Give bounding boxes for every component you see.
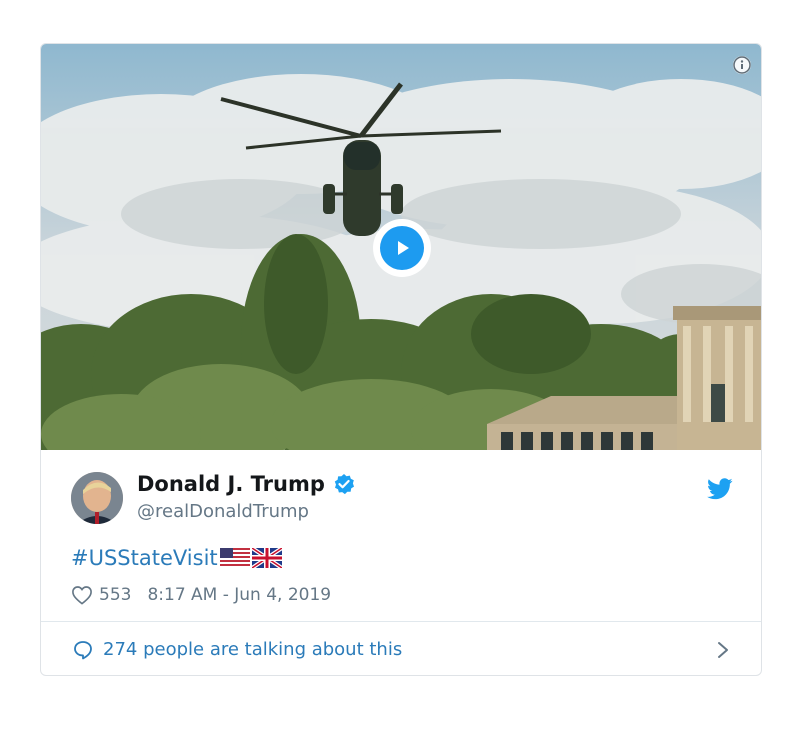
- display-name[interactable]: Donald J. Trump: [137, 472, 355, 496]
- avatar[interactable]: [71, 472, 123, 524]
- timestamp[interactable]: 8:17 AM - Jun 4, 2019: [147, 585, 331, 605]
- user-handle[interactable]: @realDonaldTrump: [137, 501, 309, 522]
- twitter-bird-icon[interactable]: [707, 478, 733, 504]
- hashtag-link[interactable]: #USStateVisit: [71, 546, 218, 570]
- chevron-right-icon[interactable]: [717, 641, 729, 659]
- uk-flag-icon: [251, 548, 282, 568]
- tweet-text: #USStateVisit: [71, 546, 282, 570]
- tweet-meta: 553 8:17 AM - Jun 4, 2019: [71, 585, 331, 605]
- video-thumbnail[interactable]: [41, 44, 761, 450]
- tweet-card[interactable]: Donald J. Trump @realDonaldTrump #USStat…: [40, 43, 762, 676]
- play-button[interactable]: [373, 219, 431, 277]
- speech-bubble-icon: [73, 640, 93, 660]
- like-count[interactable]: 553: [99, 585, 131, 605]
- info-icon[interactable]: [733, 56, 751, 74]
- us-flag-icon: [219, 548, 250, 568]
- conversation-label[interactable]: 274 people are talking about this: [103, 639, 402, 660]
- conversation-link[interactable]: 274 people are talking about this: [41, 622, 761, 675]
- display-name-text[interactable]: Donald J. Trump: [137, 472, 325, 496]
- verified-badge-icon: [333, 473, 355, 495]
- heart-icon[interactable]: [71, 585, 93, 605]
- play-icon: [380, 226, 424, 270]
